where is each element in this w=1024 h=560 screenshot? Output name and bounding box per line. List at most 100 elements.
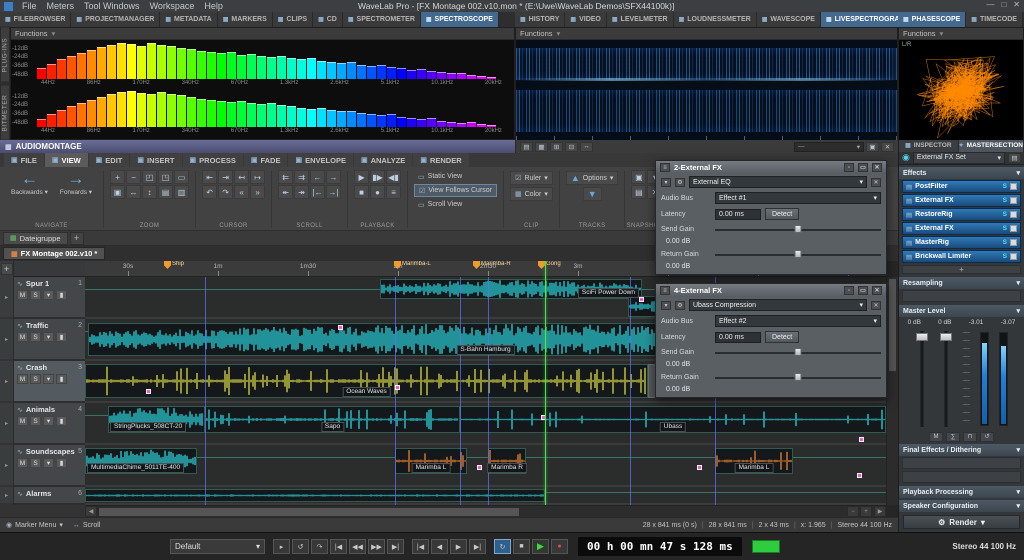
audio-bus-selector[interactable]: Effect #1▾	[715, 192, 881, 204]
track-header-traffic[interactable]: ∿Traffic2MS▾▮	[14, 319, 85, 361]
envelope-point[interactable]	[395, 385, 400, 390]
bypass-box[interactable]	[1010, 253, 1017, 260]
transport-preset-combo[interactable]: Default▾	[170, 539, 265, 554]
mute-button[interactable]: M	[17, 374, 28, 384]
ribbon-tab-fade[interactable]: ▣FADE	[244, 153, 288, 167]
minimize-icon[interactable]: —	[986, 0, 994, 9]
fader-thumb[interactable]	[916, 333, 928, 341]
tab-metadata[interactable]: ▦METADATA	[160, 12, 217, 27]
marker-flag-ship[interactable]	[164, 261, 171, 269]
rewind-button[interactable]: ◀◀	[349, 539, 366, 554]
ribbon-tab-analyze[interactable]: ▣ANALYZE	[354, 153, 412, 167]
cursor-tool-icon[interactable]: ↶	[202, 185, 217, 199]
remove-plugin-icon[interactable]: ✕	[871, 301, 881, 310]
mute-button[interactable]: M	[17, 332, 28, 342]
collapse-icon[interactable]: ⊟	[565, 142, 578, 152]
effect-slot-5-masterrig[interactable]: ▤MasterRigS	[902, 236, 1021, 249]
clip-marimba-r[interactable]: Marimba R	[488, 448, 526, 474]
zoom-tool-icon[interactable]: ▤	[158, 185, 173, 199]
scroll-tool-icon[interactable]: →	[326, 170, 341, 184]
return-gain-slider[interactable]	[715, 372, 881, 382]
remove-plugin-icon[interactable]: ✕	[871, 178, 881, 187]
preset-menu-icon[interactable]: ▾	[661, 178, 671, 187]
slider-knob[interactable]	[795, 225, 802, 233]
marker-flag-gong[interactable]	[538, 261, 545, 269]
step-back-button[interactable]: ◀	[431, 539, 448, 554]
tab-bitmeter[interactable]: BITMETER	[0, 85, 10, 141]
jog-button[interactable]: ↷	[311, 539, 328, 554]
ribbon-tab-render[interactable]: ▣RENDER	[413, 153, 468, 167]
panel-menu-icon[interactable]: ≡	[660, 163, 670, 172]
functions-menu[interactable]: Functions	[903, 29, 936, 38]
scroll-tool-icon[interactable]: |←	[310, 185, 325, 199]
add-track-button[interactable]: +	[1, 263, 13, 275]
plugin-selector[interactable]: External EQ▾	[689, 176, 867, 188]
track-options-icon[interactable]: ▾	[43, 332, 54, 342]
solo-button[interactable]: S	[30, 458, 41, 468]
cursor-tool-icon[interactable]: ↦	[250, 170, 265, 184]
track-options-icon[interactable]: ▾	[43, 416, 54, 426]
mute-button[interactable]: M	[17, 416, 28, 426]
maximize-icon[interactable]: □	[1001, 0, 1006, 9]
ruler-toggle[interactable]: ☑Ruler▾	[510, 171, 553, 185]
plugin-selector[interactable]: Ubass Compression▾	[689, 299, 867, 311]
final-effects-section-header[interactable]: Final Effects / Dithering▾	[899, 444, 1024, 456]
grid-icon[interactable]: ▦	[535, 142, 548, 152]
latency-field[interactable]: 0.00 ms	[715, 332, 761, 343]
tab-projectmanager[interactable]: ▦PROJECTMANAGER	[71, 12, 160, 27]
float-icon[interactable]: ▭	[858, 286, 868, 295]
unlink-button[interactable]: ⊓	[963, 432, 977, 442]
previous-marker-button[interactable]: |◀	[412, 539, 429, 554]
envelope-point[interactable]	[338, 325, 343, 330]
tab-levelmeter[interactable]: ▦LEVELMETER	[607, 12, 674, 27]
audio-bus-selector[interactable]: Effect #2▾	[715, 315, 881, 327]
tab-markers[interactable]: ▦MARKERS	[218, 12, 273, 27]
ribbon-tab-envelope[interactable]: ▣ENVELOPE	[288, 153, 352, 167]
horizontal-scrollbar[interactable]: ◀ − + ▶	[85, 505, 886, 517]
playhead-cursor[interactable]	[545, 261, 546, 505]
track-meter-icon[interactable]: ▮	[56, 458, 67, 468]
fit-icon[interactable]: ↔	[580, 142, 593, 152]
panel-titlebar[interactable]: ≡ 4-External FX ▫ ▭ ✕	[656, 284, 886, 297]
ribbon-tab-file[interactable]: ▣FILE	[4, 153, 44, 167]
latency-field[interactable]: 0.00 ms	[715, 209, 761, 220]
cursor-tool-icon[interactable]: «	[234, 185, 249, 199]
track-gutter-cell[interactable]: ▸	[0, 319, 13, 361]
return-gain-slider[interactable]	[715, 249, 881, 259]
menu-meters[interactable]: Meters	[42, 0, 80, 12]
effect-slot-1-postfilter[interactable]: ▤PostFilterS	[902, 180, 1021, 193]
menu-file[interactable]: File	[17, 0, 42, 12]
track-options-icon[interactable]: ▾	[43, 458, 54, 468]
ribbon-tab-insert[interactable]: ▣INSERT	[130, 153, 181, 167]
playback-processing-header[interactable]: Playback Processing▾	[899, 486, 1024, 498]
zoom-tool-icon[interactable]: ◰	[142, 170, 157, 184]
bypass-box[interactable]	[1010, 197, 1017, 204]
tab-clips[interactable]: ▦CLIPS	[273, 12, 313, 27]
close-panel-icon[interactable]: ✕	[881, 142, 894, 152]
tab-inspector[interactable]: ▦INSPECTOR	[899, 140, 959, 152]
scroll-tool-icon[interactable]: ⇇	[278, 170, 293, 184]
close-icon[interactable]: ✕	[872, 163, 882, 172]
tab-phasescope[interactable]: ▦PHASESCOPE	[898, 12, 966, 27]
view-mode-static-view[interactable]: ▭Static View	[414, 170, 497, 183]
track-header-crash[interactable]: ∿Crash3MS▾▮	[14, 361, 85, 403]
track-meter-icon[interactable]: ▮	[56, 290, 67, 300]
tab-filebrowser[interactable]: ▦FILEBROWSER	[0, 12, 71, 27]
functions-menu[interactable]: Functions	[15, 29, 48, 38]
scroll-tool-icon[interactable]: ⇉	[294, 170, 309, 184]
tab-video[interactable]: ▦VIDEO	[565, 12, 606, 27]
track-gutter-cell[interactable]: ▸	[0, 277, 13, 319]
zoom-tool-icon[interactable]: ◳	[158, 170, 173, 184]
cursor-tool-icon[interactable]: ⇥	[218, 170, 233, 184]
track-header-spur-1[interactable]: ∿Spur 11MS▾▮	[14, 277, 85, 319]
master-preset-combo[interactable]: External FX Set▾	[913, 152, 1005, 164]
cursor-tool-icon[interactable]: ⇤	[202, 170, 217, 184]
clip-marimba-l[interactable]: Marimba L	[715, 448, 793, 474]
track-options-icon[interactable]: ▾	[43, 374, 54, 384]
snapshot-tool-icon[interactable]: ▣	[631, 170, 646, 184]
plugin-settings-icon[interactable]: ⚙	[675, 178, 685, 187]
playback-tool-icon[interactable]: ▶	[354, 170, 369, 184]
bypass-box[interactable]	[1010, 183, 1017, 190]
mute-master-button[interactable]: M	[929, 432, 943, 442]
scroll-tool-icon[interactable]: →|	[326, 185, 341, 199]
